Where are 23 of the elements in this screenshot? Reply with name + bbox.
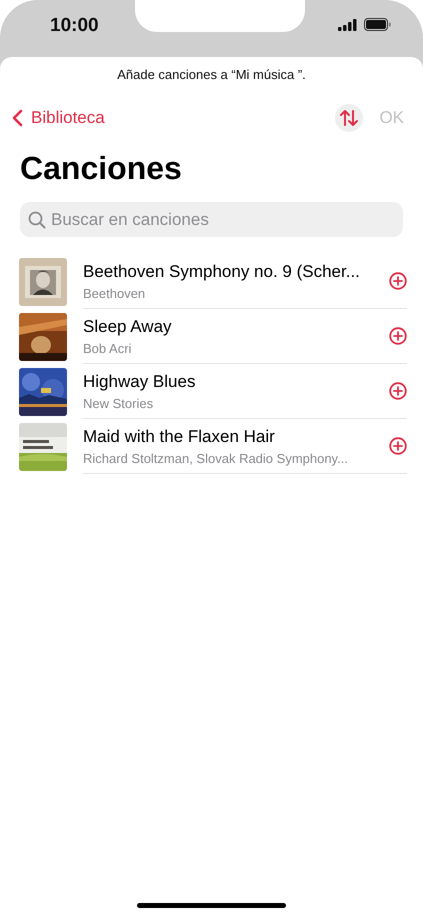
search-field[interactable]: Buscar en canciones <box>20 202 403 237</box>
battery-icon <box>364 18 391 31</box>
song-title[interactable]: Highway Blues <box>83 372 389 392</box>
sort-button[interactable] <box>335 104 364 132</box>
signal-icon <box>338 18 358 30</box>
add-icon[interactable] <box>389 382 407 400</box>
song-title[interactable]: Sleep Away <box>83 316 389 336</box>
prompt-text: Añade canciones a “Mi música ”. <box>117 67 306 82</box>
back-button[interactable]: Biblioteca <box>12 108 105 128</box>
search-icon <box>28 211 46 229</box>
song-title[interactable]: Beethoven Symphony no. 9 (Scher... <box>83 262 389 282</box>
chevron-icon <box>12 109 23 127</box>
song-artist: Bob Acri <box>83 340 132 356</box>
sort-arrows-icon <box>339 109 360 127</box>
song-artist: New Stories <box>83 396 154 410</box>
add-icon[interactable] <box>389 327 407 345</box>
song-artist: Beethoven <box>83 286 146 300</box>
song-artist: Richard Stoltzman, Slovak Radio Symphony... <box>83 450 349 466</box>
page-title: Canciones <box>20 152 183 184</box>
add-icon[interactable] <box>389 272 407 290</box>
add-icon[interactable] <box>389 437 407 455</box>
status-time: 10:00 <box>50 15 99 37</box>
song-title[interactable]: Maid with the Flaxen Hair <box>83 426 389 446</box>
